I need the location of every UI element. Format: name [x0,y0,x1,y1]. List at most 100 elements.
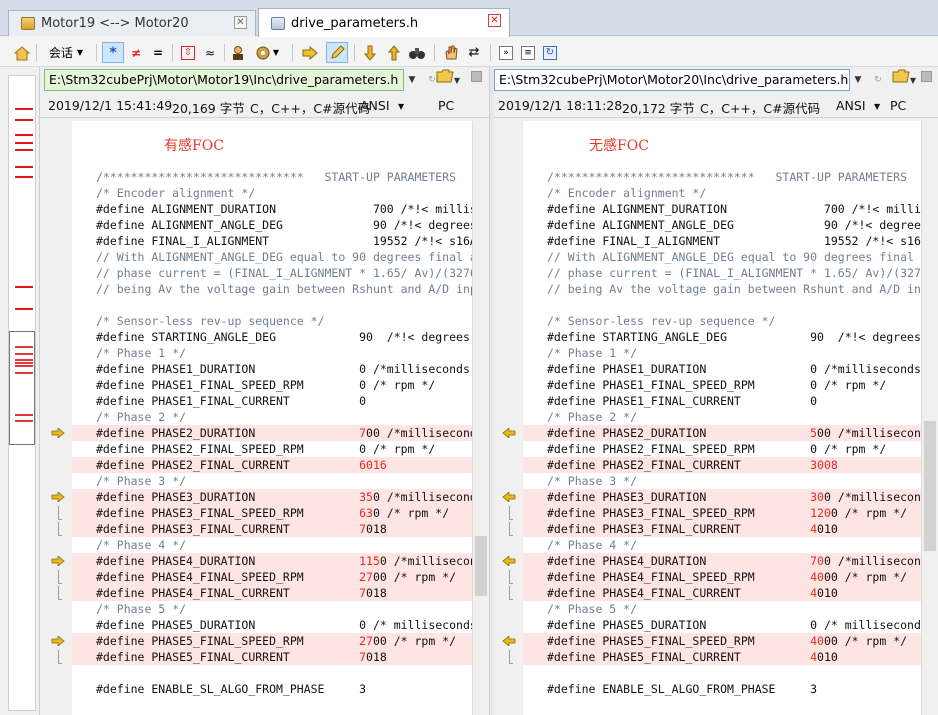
close-icon[interactable]: ✕ [234,16,247,29]
left-code[interactable]: 有感FOC /***************************** STA… [72,121,472,715]
right-file-pane[interactable]: 无感FOC /***************************** STA… [496,121,921,715]
code-line[interactable]: #define ENABLE_SL_ALGO_FROM_PHASE 3 [523,681,921,697]
code-line[interactable]: #define PHASE5_FINAL_CURRENT 4010 [523,649,921,665]
chevron-down-icon[interactable]: ▼ [874,102,880,111]
code-line[interactable]: #define PHASE3_FINAL_CURRENT 4010 [523,521,921,537]
overview-viewport[interactable] [9,331,35,445]
code-line[interactable]: #define PHASE3_FINAL_SPEED_RPM 630 /* rp… [72,505,472,521]
code-line[interactable]: #define PHASE2_DURATION 500 /*millisecon… [523,425,921,441]
code-line[interactable]: /* Sensor-less rev-up sequence */ [523,313,921,329]
code-line[interactable]: /* Phase 3 */ [72,473,472,489]
code-line[interactable]: #define PHASE1_DURATION 0 /*milliseconds [72,361,472,377]
right-format[interactable]: C，C++，C#源代码 [700,98,820,117]
code-line[interactable]: #define PHASE2_DURATION 700 /*millisecon… [72,425,472,441]
diff-overview[interactable] [0,67,40,715]
code-line[interactable]: #define PHASE2_FINAL_SPEED_RPM 0 /* rpm … [72,441,472,457]
ignore-button[interactable]: ≈ [200,42,220,63]
save-icon[interactable] [918,69,934,91]
right-path-field[interactable]: E:\Stm32cubePrj\Motor\Motor20\Inc\drive_… [494,69,850,91]
chevron-down-icon[interactable]: ▼ [850,69,866,91]
code-line[interactable]: #define PHASE3_FINAL_SPEED_RPM 1200 /* r… [523,505,921,521]
code-line[interactable]: #define ALIGNMENT_DURATION 700 /*!< mill… [523,201,921,217]
session-menu-button[interactable]: 会话 ▼ [44,42,88,63]
rules-button[interactable] [228,42,248,63]
code-line[interactable]: #define PHASE2_FINAL_CURRENT 3008 [523,457,921,473]
chevron-down-icon[interactable]: ▼ [404,69,420,91]
left-path-field[interactable]: E:\Stm32cubePrj\Motor\Motor19\Inc\drive_… [44,69,404,91]
code-line[interactable]: /* Phase 1 */ [523,345,921,361]
code-line[interactable] [72,297,472,313]
code-line[interactable]: #define PHASE4_DURATION 700 /*millisecon… [523,553,921,569]
right-scrollbar[interactable] [921,121,938,715]
code-line[interactable]: /***************************** START-UP … [523,169,921,185]
refresh-button[interactable]: ↻ [540,42,560,63]
code-line[interactable]: #define ALIGNMENT_ANGLE_DEG 90 /*!< degr… [523,217,921,233]
right-eol[interactable]: PC [890,98,906,113]
code-line[interactable]: #define PHASE5_FINAL_SPEED_RPM 2700 /* r… [72,633,472,649]
arrow-left-icon[interactable] [502,556,516,566]
code-line[interactable] [523,665,921,681]
code-line[interactable]: #define PHASE3_DURATION 300 /*millisecon… [523,489,921,505]
code-line[interactable]: // phase current = (FINAL_I_ALIGNMENT * … [523,265,921,281]
code-line[interactable]: /* Phase 5 */ [523,601,921,617]
code-line[interactable]: #define FINAL_I_ALIGNMENT 19552 /*!< s16… [523,233,921,249]
code-line[interactable]: #define PHASE5_DURATION 0 /* millisecond… [72,617,472,633]
open-folder-button[interactable]: ▼ [888,69,920,91]
code-line[interactable]: // phase current = (FINAL_I_ALIGNMENT * … [72,265,472,281]
code-line[interactable]: #define STARTING_ANGLE_DEG 90 /*!< degre… [72,329,472,345]
left-eol[interactable]: PC [438,98,454,113]
code-line[interactable]: /* Sensor-less rev-up sequence */ [72,313,472,329]
code-line[interactable]: #define ALIGNMENT_DURATION 700 /*!< mill… [72,201,472,217]
code-line[interactable]: #define STARTING_ANGLE_DEG 90 /*!< degre… [523,329,921,345]
all-filter-button[interactable]: * [102,42,124,63]
code-line[interactable]: #define PHASE1_DURATION 0 /*milliseconds [523,361,921,377]
prev-diff-button[interactable] [384,42,404,63]
code-line[interactable]: /* Phase 2 */ [72,409,472,425]
code-line[interactable]: #define PHASE1_FINAL_CURRENT 0 [523,393,921,409]
code-line[interactable]: #define PHASE2_FINAL_CURRENT 6016 [72,457,472,473]
code-line[interactable]: #define PHASE4_FINAL_CURRENT 7018 [72,585,472,601]
code-line[interactable]: #define PHASE4_DURATION 1150 /*milliseco… [72,553,472,569]
context-button[interactable]: ⇳ [178,42,198,63]
tab-folder-compare[interactable]: Motor19 <--> Motor20 ✕ [8,10,256,36]
code-line[interactable]: #define PHASE5_FINAL_SPEED_RPM 4000 /* r… [523,633,921,649]
code-line[interactable]: #define PHASE5_DURATION 0 /* millisecond… [523,617,921,633]
find-button[interactable] [406,42,428,63]
swap-icon[interactable]: ↻ [870,69,886,91]
code-line[interactable]: #define ALIGNMENT_ANGLE_DEG 90 /*!< degr… [72,217,472,233]
code-line[interactable]: /* Encoder alignment */ [523,185,921,201]
code-line[interactable]: // being Av the voltage gain between Rsh… [72,281,472,297]
close-icon[interactable]: ✕ [488,14,501,27]
code-line[interactable]: #define PHASE3_DURATION 350 /*millisecon… [72,489,472,505]
arrow-left-icon[interactable] [502,428,516,438]
code-line[interactable]: /* Phase 3 */ [523,473,921,489]
code-line[interactable]: #define ENABLE_SL_ALGO_FROM_PHASE 3 [72,681,472,697]
same-filter-button[interactable]: = [148,42,168,63]
edit-button[interactable] [326,42,348,63]
code-line[interactable]: #define PHASE1_FINAL_CURRENT 0 [72,393,472,409]
arrow-left-icon[interactable] [502,636,516,646]
code-line[interactable]: /* Phase 1 */ [72,345,472,361]
right-encoding[interactable]: ANSI [836,98,866,113]
arrow-right-icon[interactable] [51,556,65,566]
left-file-pane[interactable]: 有感FOC /***************************** STA… [45,121,472,715]
code-line[interactable]: #define FINAL_I_ALIGNMENT 19552 /*!< s16… [72,233,472,249]
home-icon[interactable] [12,42,32,63]
code-line[interactable]: #define PHASE2_FINAL_SPEED_RPM 0 /* rpm … [523,441,921,457]
hand-button[interactable] [440,42,462,63]
code-line[interactable]: /***************************** START-UP … [72,169,472,185]
code-line[interactable]: /* Phase 4 */ [523,537,921,553]
code-line[interactable]: #define PHASE3_FINAL_CURRENT 7018 [72,521,472,537]
arrow-right-icon[interactable] [51,428,65,438]
code-line[interactable]: /* Encoder alignment */ [72,185,472,201]
chevron-down-icon[interactable]: ▼ [398,102,404,111]
format-button[interactable]: » [496,42,516,63]
code-line[interactable]: // being Av the voltage gain between Rsh… [523,281,921,297]
code-line[interactable]: #define PHASE4_FINAL_SPEED_RPM 2700 /* r… [72,569,472,585]
copy-to-right-button[interactable] [300,42,320,63]
code-line[interactable]: // With ALIGNMENT_ANGLE_DEG equal to 90 … [72,249,472,265]
code-line[interactable]: /* Phase 4 */ [72,537,472,553]
right-code[interactable]: 无感FOC /***************************** STA… [523,121,921,715]
code-line[interactable]: #define PHASE5_FINAL_CURRENT 7018 [72,649,472,665]
scroll-thumb[interactable] [924,421,936,551]
